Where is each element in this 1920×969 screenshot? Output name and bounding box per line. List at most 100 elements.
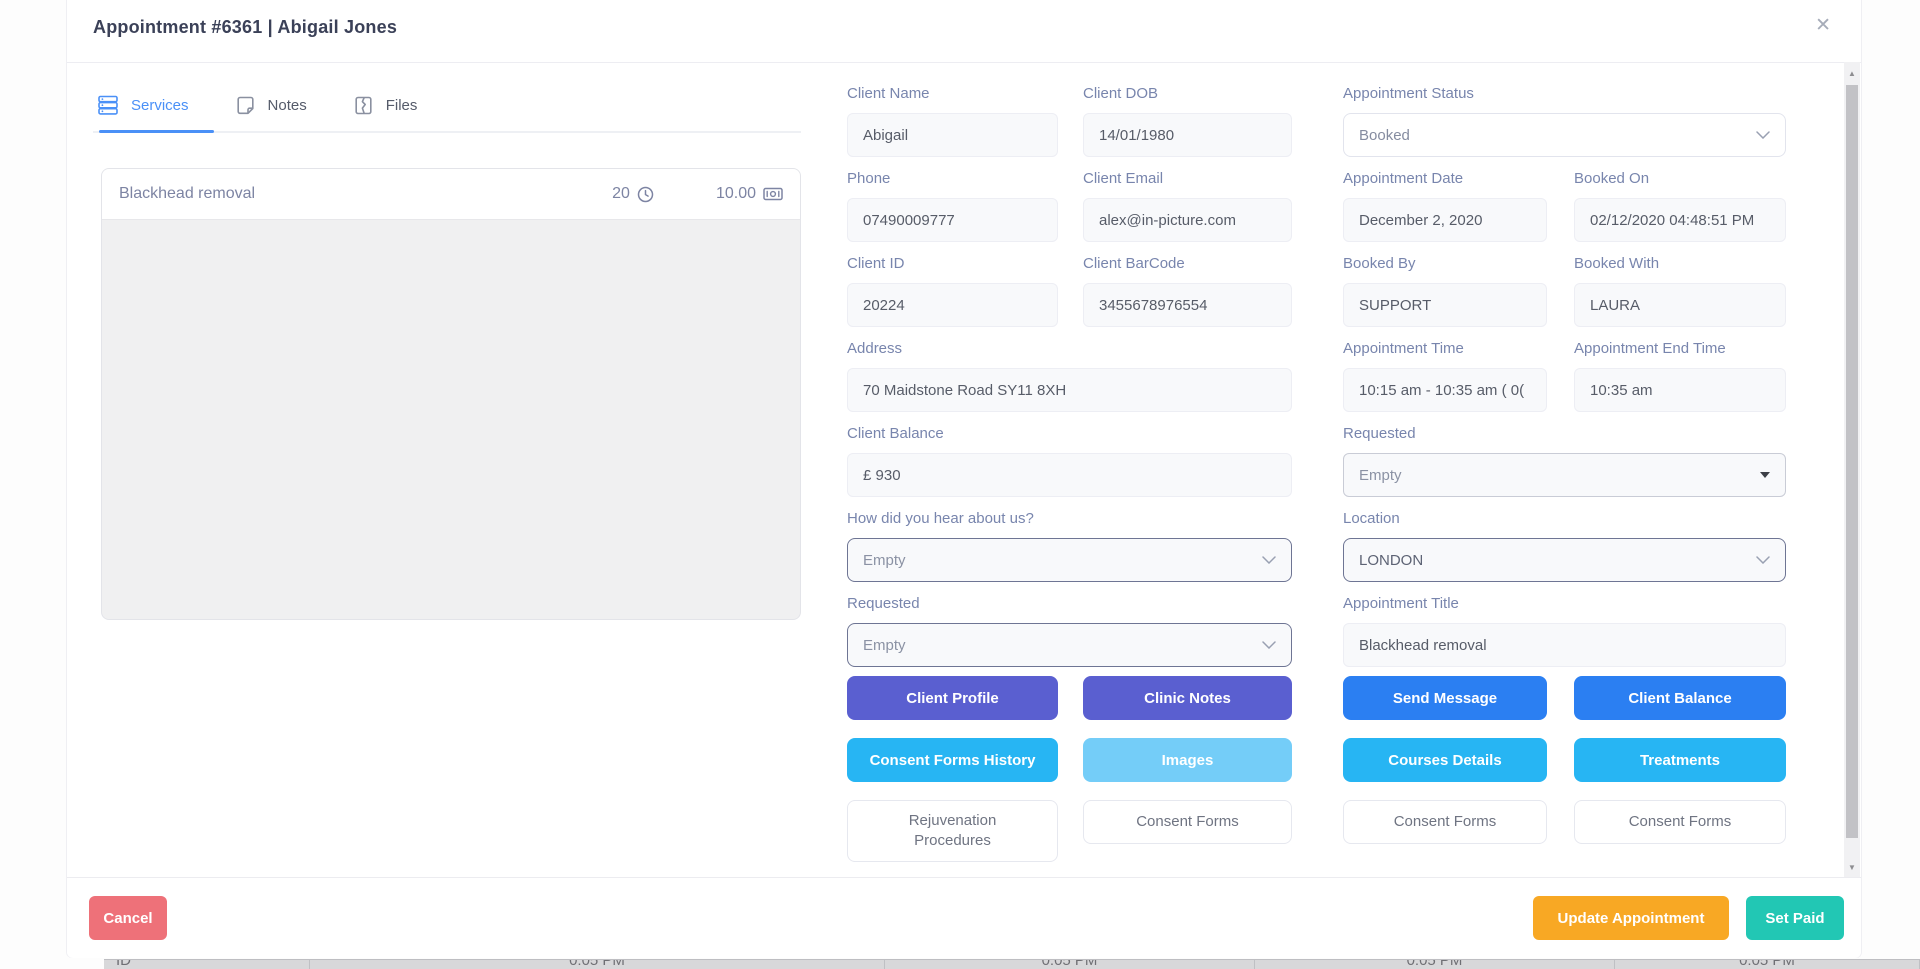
column-header: 0:05 PM bbox=[1042, 960, 1098, 969]
update-appointment-button[interactable]: Update Appointment bbox=[1533, 896, 1729, 940]
field-label: Address bbox=[847, 338, 1292, 359]
hear-about-select[interactable]: Empty bbox=[847, 538, 1292, 582]
field-hear-about: How did you hear about us? Empty bbox=[847, 508, 1292, 582]
appointment-modal: Appointment #6361 | Abigail Jones ✕ Serv… bbox=[66, 0, 1862, 958]
select-value: LONDON bbox=[1359, 552, 1423, 569]
field-appointment-time: Appointment Time 10:15 am - 10:35 am ( 0… bbox=[1343, 338, 1547, 412]
appointment-status-select[interactable]: Booked bbox=[1343, 113, 1786, 157]
courses-details-button[interactable]: Courses Details bbox=[1343, 738, 1547, 782]
services-list: Blackhead removal 20 10.00 bbox=[101, 168, 801, 620]
set-paid-button[interactable]: Set Paid bbox=[1746, 896, 1844, 940]
tab-notes[interactable]: Notes bbox=[235, 94, 307, 116]
input-value: LAURA bbox=[1590, 297, 1640, 314]
field-label: Appointment Time bbox=[1343, 338, 1547, 359]
input-value: 14/01/1980 bbox=[1099, 127, 1174, 144]
requested-select-2[interactable]: Empty bbox=[847, 623, 1292, 667]
client-id-input[interactable]: 20224 bbox=[847, 283, 1058, 327]
input-value: Abigail bbox=[863, 127, 908, 144]
client-name-input[interactable]: Abigail bbox=[847, 113, 1058, 157]
tab-label: Services bbox=[131, 97, 189, 114]
rejuvenation-procedures-button[interactable]: Rejuvenation Procedures bbox=[847, 800, 1058, 862]
modal-scrollbar[interactable]: ▲ ▼ bbox=[1844, 62, 1860, 877]
field-label: Booked On bbox=[1574, 168, 1786, 189]
field-location: Location LONDON bbox=[1343, 508, 1786, 582]
tab-services[interactable]: Services bbox=[97, 94, 189, 116]
services-icon bbox=[97, 94, 119, 116]
input-value: 20224 bbox=[863, 297, 905, 314]
input-value: 07490009777 bbox=[863, 212, 955, 229]
chevron-down-icon bbox=[1262, 556, 1276, 564]
input-value: December 2, 2020 bbox=[1359, 212, 1482, 229]
appointment-time-input[interactable]: 10:15 am - 10:35 am ( 0( bbox=[1343, 368, 1547, 412]
field-label: Client DOB bbox=[1083, 83, 1292, 104]
input-value: alex@in-picture.com bbox=[1099, 212, 1236, 229]
tab-underline bbox=[93, 131, 801, 133]
images-button[interactable]: Images bbox=[1083, 738, 1292, 782]
address-input[interactable]: 70 Maidstone Road SY11 8XH bbox=[847, 368, 1292, 412]
consent-forms-button[interactable]: Consent Forms bbox=[1574, 800, 1786, 844]
client-dob-input[interactable]: 14/01/1980 bbox=[1083, 113, 1292, 157]
field-label: Client BarCode bbox=[1083, 253, 1292, 274]
field-label: Booked By bbox=[1343, 253, 1547, 274]
consent-forms-button[interactable]: Consent Forms bbox=[1343, 800, 1547, 844]
scroll-down-icon[interactable]: ▼ bbox=[1844, 860, 1860, 874]
field-label: Client Balance bbox=[847, 423, 1292, 444]
treatments-button[interactable]: Treatments bbox=[1574, 738, 1786, 782]
field-booked-by: Booked By SUPPORT bbox=[1343, 253, 1547, 327]
appointment-end-time-input[interactable]: 10:35 am bbox=[1574, 368, 1786, 412]
cancel-button[interactable]: Cancel bbox=[89, 896, 167, 940]
background-col-id: ID bbox=[104, 960, 310, 969]
field-booked-on: Booked On 02/12/2020 04:48:51 PM bbox=[1574, 168, 1786, 242]
background-table-header: ID 0:05 PM 0:05 PM 0:05 PM 0:05 PM bbox=[104, 959, 1920, 969]
appointment-title-input[interactable]: Blackhead removal bbox=[1343, 623, 1786, 667]
appointment-date-input[interactable]: December 2, 2020 bbox=[1343, 198, 1547, 242]
background-col-time: 0:05 PM bbox=[885, 960, 1255, 969]
client-balance-input[interactable]: £ 930 bbox=[847, 453, 1292, 497]
phone-input[interactable]: 07490009777 bbox=[847, 198, 1058, 242]
requested-select[interactable]: Empty bbox=[1343, 453, 1786, 497]
clinic-notes-button[interactable]: Clinic Notes bbox=[1083, 676, 1292, 720]
consent-forms-button[interactable]: Consent Forms bbox=[1083, 800, 1292, 844]
consent-forms-history-button[interactable]: Consent Forms History bbox=[847, 738, 1058, 782]
field-client-name: Client Name Abigail bbox=[847, 83, 1058, 157]
files-icon bbox=[353, 95, 374, 116]
tab-files[interactable]: Files bbox=[353, 94, 418, 116]
notes-icon bbox=[235, 95, 256, 116]
location-select[interactable]: LONDON bbox=[1343, 538, 1786, 582]
service-name: Blackhead removal bbox=[119, 185, 612, 203]
client-barcode-input[interactable]: 3455678976554 bbox=[1083, 283, 1292, 327]
scrollbar-thumb[interactable] bbox=[1846, 85, 1858, 838]
send-message-button[interactable]: Send Message bbox=[1343, 676, 1547, 720]
input-value: 3455678976554 bbox=[1099, 297, 1207, 314]
field-address: Address 70 Maidstone Road SY11 8XH bbox=[847, 338, 1292, 412]
scroll-up-icon[interactable]: ▲ bbox=[1844, 66, 1860, 80]
chevron-down-icon bbox=[1760, 472, 1770, 478]
field-label: Client ID bbox=[847, 253, 1058, 274]
field-label: Appointment Title bbox=[1343, 593, 1786, 614]
field-client-balance: Client Balance £ 930 bbox=[847, 423, 1292, 497]
field-label: How did you hear about us? bbox=[847, 508, 1292, 529]
close-icon[interactable]: ✕ bbox=[1813, 14, 1833, 37]
client-profile-button[interactable]: Client Profile bbox=[847, 676, 1058, 720]
input-value: 70 Maidstone Road SY11 8XH bbox=[863, 382, 1066, 399]
client-balance-button[interactable]: Client Balance bbox=[1574, 676, 1786, 720]
booked-on-input[interactable]: 02/12/2020 04:48:51 PM bbox=[1574, 198, 1786, 242]
field-label: Client Email bbox=[1083, 168, 1292, 189]
field-requested-2: Requested Empty bbox=[847, 593, 1292, 667]
input-value: £ 930 bbox=[863, 467, 901, 484]
field-label: Location bbox=[1343, 508, 1786, 529]
service-row[interactable]: Blackhead removal 20 10.00 bbox=[102, 169, 800, 220]
booked-with-input[interactable]: LAURA bbox=[1574, 283, 1786, 327]
field-appointment-end-time: Appointment End Time 10:35 am bbox=[1574, 338, 1786, 412]
input-value: SUPPORT bbox=[1359, 297, 1431, 314]
background-col-time: 0:05 PM bbox=[310, 960, 885, 969]
select-value: Empty bbox=[863, 552, 906, 569]
select-value: Empty bbox=[1359, 467, 1402, 484]
field-label: Phone bbox=[847, 168, 1058, 189]
field-requested: Requested Empty bbox=[1343, 423, 1786, 497]
client-email-input[interactable]: alex@in-picture.com bbox=[1083, 198, 1292, 242]
money-icon bbox=[763, 186, 783, 202]
booked-by-input[interactable]: SUPPORT bbox=[1343, 283, 1547, 327]
screen: Appointment #6361 | Abigail Jones ✕ Serv… bbox=[0, 0, 1920, 969]
column-header: ID bbox=[116, 960, 131, 969]
